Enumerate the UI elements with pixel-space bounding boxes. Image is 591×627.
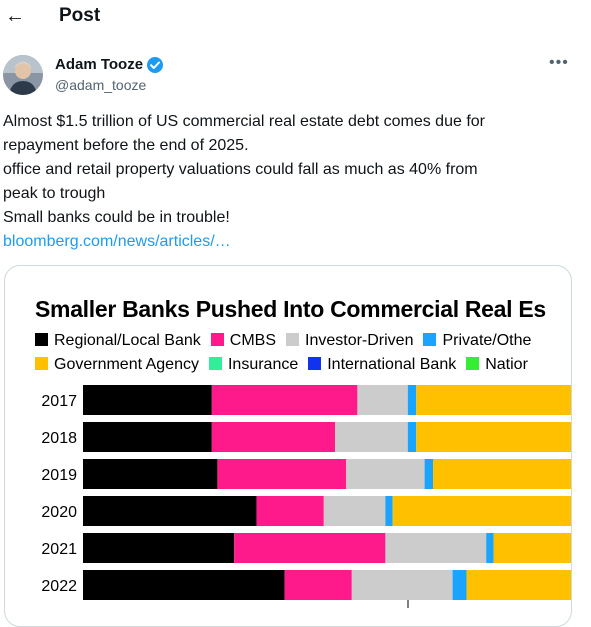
bar-segment	[83, 459, 218, 489]
bar-segment	[452, 570, 467, 600]
article-link[interactable]: bloomberg.com/news/articles/…	[3, 230, 573, 254]
verified-badge-icon	[147, 57, 163, 73]
bar-segment	[346, 459, 425, 489]
avatar[interactable]	[3, 55, 43, 95]
arrow-left-icon[interactable]: ←	[4, 4, 26, 28]
bar-segment	[284, 570, 352, 600]
more-horizontal-icon[interactable]: •••	[549, 54, 569, 72]
bar-segment	[83, 422, 212, 452]
bar-segment	[416, 385, 571, 415]
bar-segment	[486, 533, 494, 563]
author-handle[interactable]: @adam_tooze	[55, 77, 146, 93]
y-tick-label: 2021	[41, 541, 77, 558]
bar-segment	[385, 533, 487, 563]
bar-segment	[466, 570, 571, 600]
bar-segment	[83, 570, 285, 600]
bar-segment	[256, 496, 324, 526]
bar-segment	[493, 533, 571, 563]
tweet-line: Small banks could be in trouble!	[3, 209, 230, 226]
tweet-line: office and retail property valuations co…	[3, 161, 478, 178]
tweet-line: repayment before the end of 2025.	[3, 137, 249, 154]
bar-segment	[211, 385, 358, 415]
bar-segment	[83, 496, 257, 526]
y-tick-label: 2019	[41, 467, 77, 484]
bar-segment	[323, 496, 386, 526]
tweet-line: Almost $1.5 trillion of US commercial re…	[3, 113, 485, 130]
bar-segment	[335, 422, 408, 452]
bar-segment	[211, 422, 335, 452]
bar-segment	[392, 496, 571, 526]
bar-segment	[83, 533, 235, 563]
bar-segment	[407, 422, 417, 452]
tweet-text: Almost $1.5 trillion of US commercial re…	[3, 110, 573, 254]
bar-segment	[83, 385, 212, 415]
chart-image[interactable]: Smaller Banks Pushed Into Commercial Rea…	[4, 265, 572, 627]
y-tick-label: 2022	[41, 578, 77, 595]
bar-segment	[407, 385, 417, 415]
bar-segment	[433, 459, 571, 489]
bar-segment	[424, 459, 433, 489]
bar-segment	[234, 533, 386, 563]
tweet-line: peak to trough	[3, 185, 106, 202]
bar-segment	[351, 570, 453, 600]
stacked-bar-chart: 2017 2018 2019 2020 2021 2022	[41, 385, 571, 608]
author-name[interactable]: Adam Tooze	[55, 56, 143, 73]
header: ← Post	[0, 0, 591, 34]
bar-segment	[416, 422, 571, 452]
bar-segment	[385, 496, 393, 526]
page-title: Post	[59, 5, 101, 26]
bar-segment	[217, 459, 347, 489]
y-tick-label: 2020	[41, 504, 77, 521]
bar-segment	[357, 385, 408, 415]
y-tick-label: 2017	[41, 393, 77, 410]
y-tick-label: 2018	[41, 430, 77, 447]
